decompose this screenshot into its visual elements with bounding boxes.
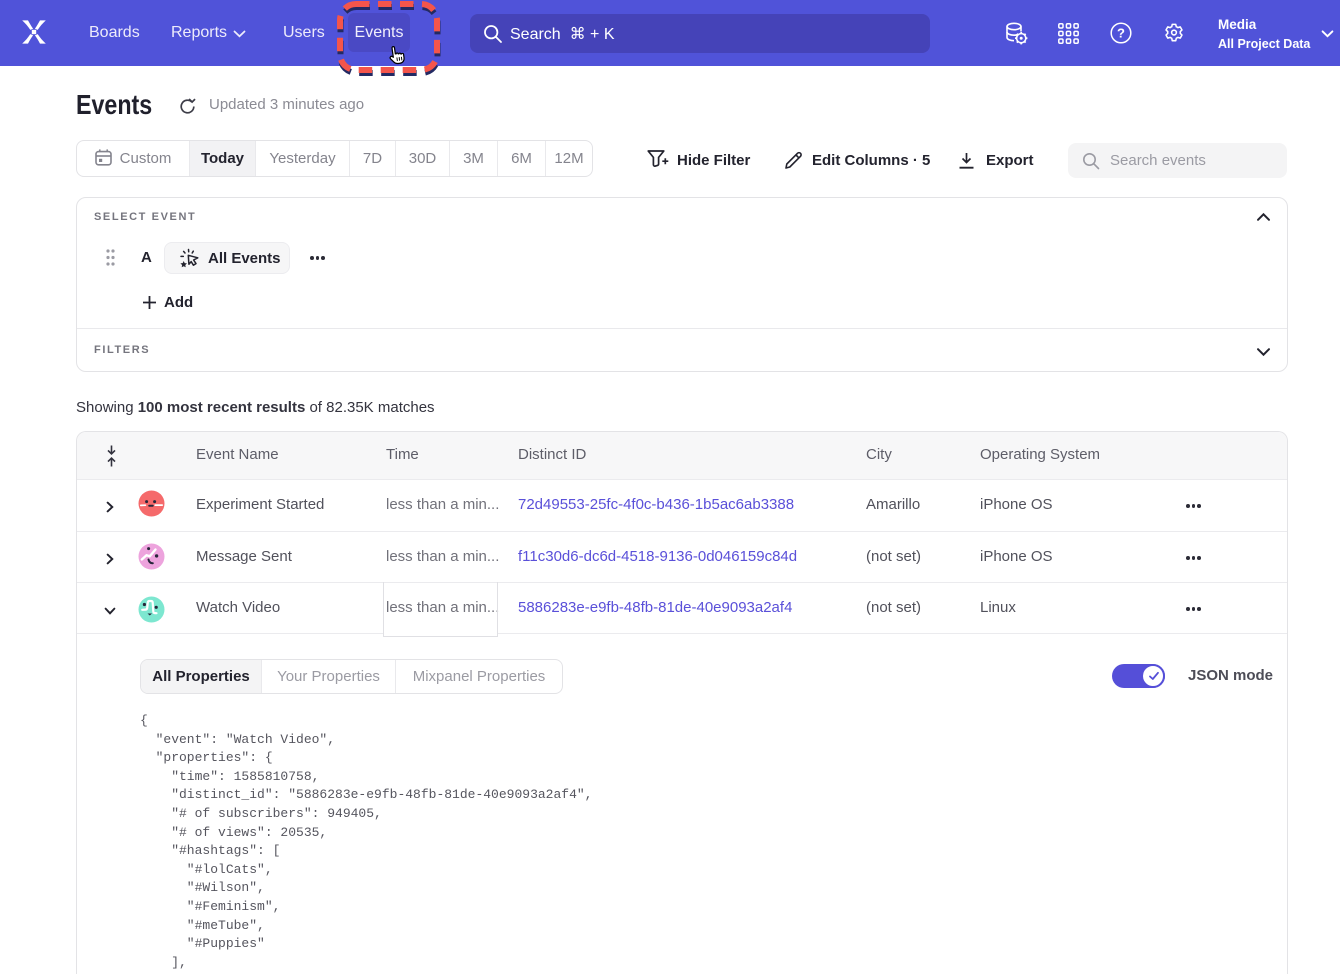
svg-text:?: ? xyxy=(1117,26,1125,41)
